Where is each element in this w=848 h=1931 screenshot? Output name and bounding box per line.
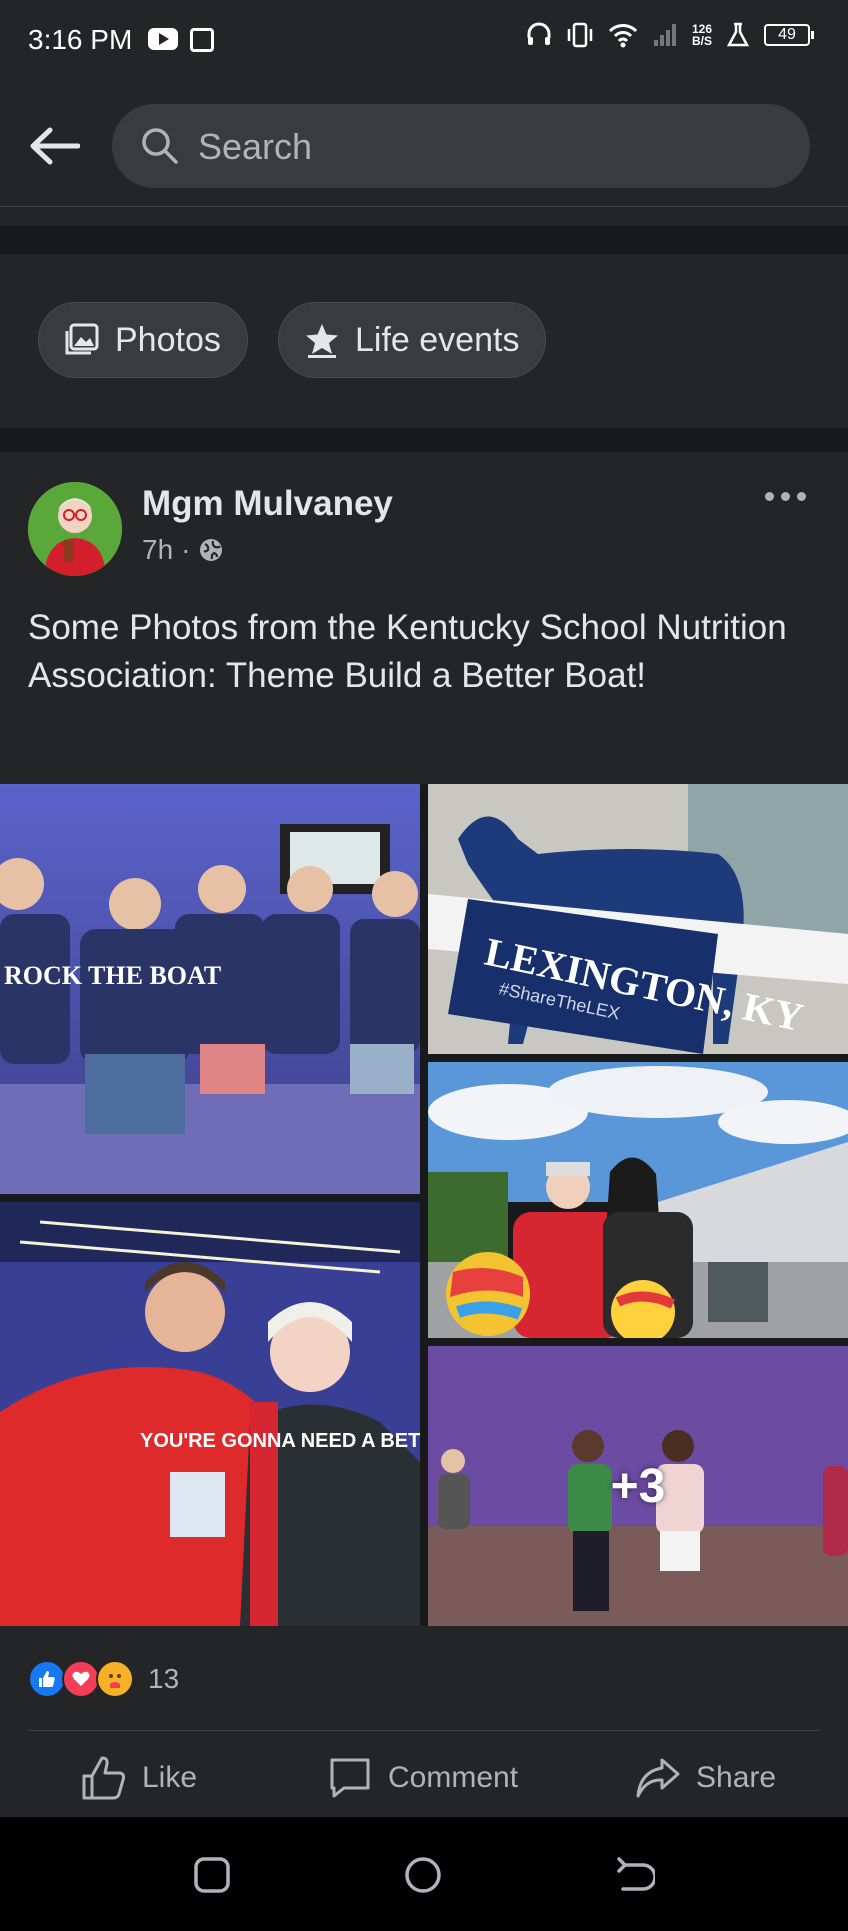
reaction-count: 13 xyxy=(148,1663,180,1694)
photos-icon xyxy=(65,323,99,355)
section-divider xyxy=(0,428,848,452)
like-label: Like xyxy=(142,1761,198,1794)
avatar-image xyxy=(28,482,122,576)
youtube-icon xyxy=(148,28,178,50)
share-label: Share xyxy=(696,1761,777,1794)
system-back-icon[interactable] xyxy=(615,1855,655,1895)
system-nav-bar xyxy=(0,1817,848,1931)
photo-better-boat[interactable]: YOU'RE GONNA NEED A BETTER BOAT xyxy=(0,1202,420,1626)
post-text: Some Photos from the Kentucky School Nut… xyxy=(28,608,787,695)
signal-icon xyxy=(653,24,676,46)
wifi-icon xyxy=(608,24,638,48)
like-button[interactable]: Like xyxy=(80,1754,197,1802)
life-events-chip[interactable]: Life events xyxy=(278,302,547,378)
photos-chip[interactable]: Photos xyxy=(38,302,248,378)
network-speed: 126 B/S xyxy=(691,22,712,48)
search-icon xyxy=(142,128,178,164)
photo-grid: ROCK THE BOAT LEXINGTON, KY #ShareTheLEX xyxy=(0,784,848,1626)
like-icon xyxy=(28,1660,66,1698)
back-arrow-icon[interactable] xyxy=(28,126,80,166)
avatar[interactable] xyxy=(28,482,122,576)
thumbs-up-icon xyxy=(82,1756,126,1800)
battery-indicator: 49 xyxy=(764,24,814,46)
care-icon xyxy=(96,1660,134,1698)
post-actions: Like Comment Share xyxy=(0,1732,848,1817)
search-input[interactable]: Search xyxy=(112,104,810,188)
photo-group-rock-the-boat[interactable]: ROCK THE BOAT xyxy=(0,784,420,1194)
photo-lexington-horse[interactable]: LEXINGTON, KY #ShareTheLEX xyxy=(428,784,848,1054)
reactions-summary[interactable]: 13 xyxy=(28,1660,179,1698)
love-icon xyxy=(62,1660,100,1698)
more-photos-count: +3 xyxy=(610,1459,666,1513)
post-meta: 7h · xyxy=(142,534,224,566)
status-bar: 3:16 PM 126 B/S 49 xyxy=(0,0,848,86)
top-bar: Search xyxy=(0,86,848,207)
section-divider xyxy=(0,226,848,254)
recent-apps-icon[interactable] xyxy=(192,1855,232,1895)
comment-label: Comment xyxy=(388,1761,519,1794)
share-button[interactable]: Share xyxy=(634,1754,776,1802)
photo-dancing-more[interactable]: +3 xyxy=(428,1346,848,1626)
shirt-text: ROCK THE BOAT xyxy=(4,961,221,990)
search-placeholder: Search xyxy=(198,126,313,167)
globe-icon xyxy=(200,539,223,561)
post-card: Mgm Mulvaney 7h · Some Photos from the K… xyxy=(0,452,848,1817)
vibrate-icon xyxy=(567,22,593,48)
clock: 3:16 PM xyxy=(28,24,133,55)
more-options-button[interactable] xyxy=(765,492,806,501)
home-icon[interactable] xyxy=(403,1855,443,1895)
post-time[interactable]: 7h xyxy=(142,534,173,566)
comment-icon xyxy=(330,1758,370,1798)
photos-chip-label: Photos xyxy=(115,320,221,359)
comment-button[interactable]: Comment xyxy=(326,1754,518,1802)
flask-icon xyxy=(726,22,750,47)
star-icon xyxy=(306,324,338,358)
app-notification-icon xyxy=(190,28,214,52)
red-shirt-text: YOU'RE GONNA NEED A BETTER BOAT xyxy=(140,1430,420,1452)
reactions-divider xyxy=(28,1730,820,1731)
meta-separator: · xyxy=(181,534,191,565)
photo-beach-balls[interactable] xyxy=(428,1062,848,1338)
post-author[interactable]: Mgm Mulvaney xyxy=(142,484,393,524)
share-icon xyxy=(636,1758,680,1798)
headphones-icon xyxy=(527,22,551,45)
filter-chips: Photos Life events xyxy=(0,254,848,428)
life-events-chip-label: Life events xyxy=(355,320,520,359)
